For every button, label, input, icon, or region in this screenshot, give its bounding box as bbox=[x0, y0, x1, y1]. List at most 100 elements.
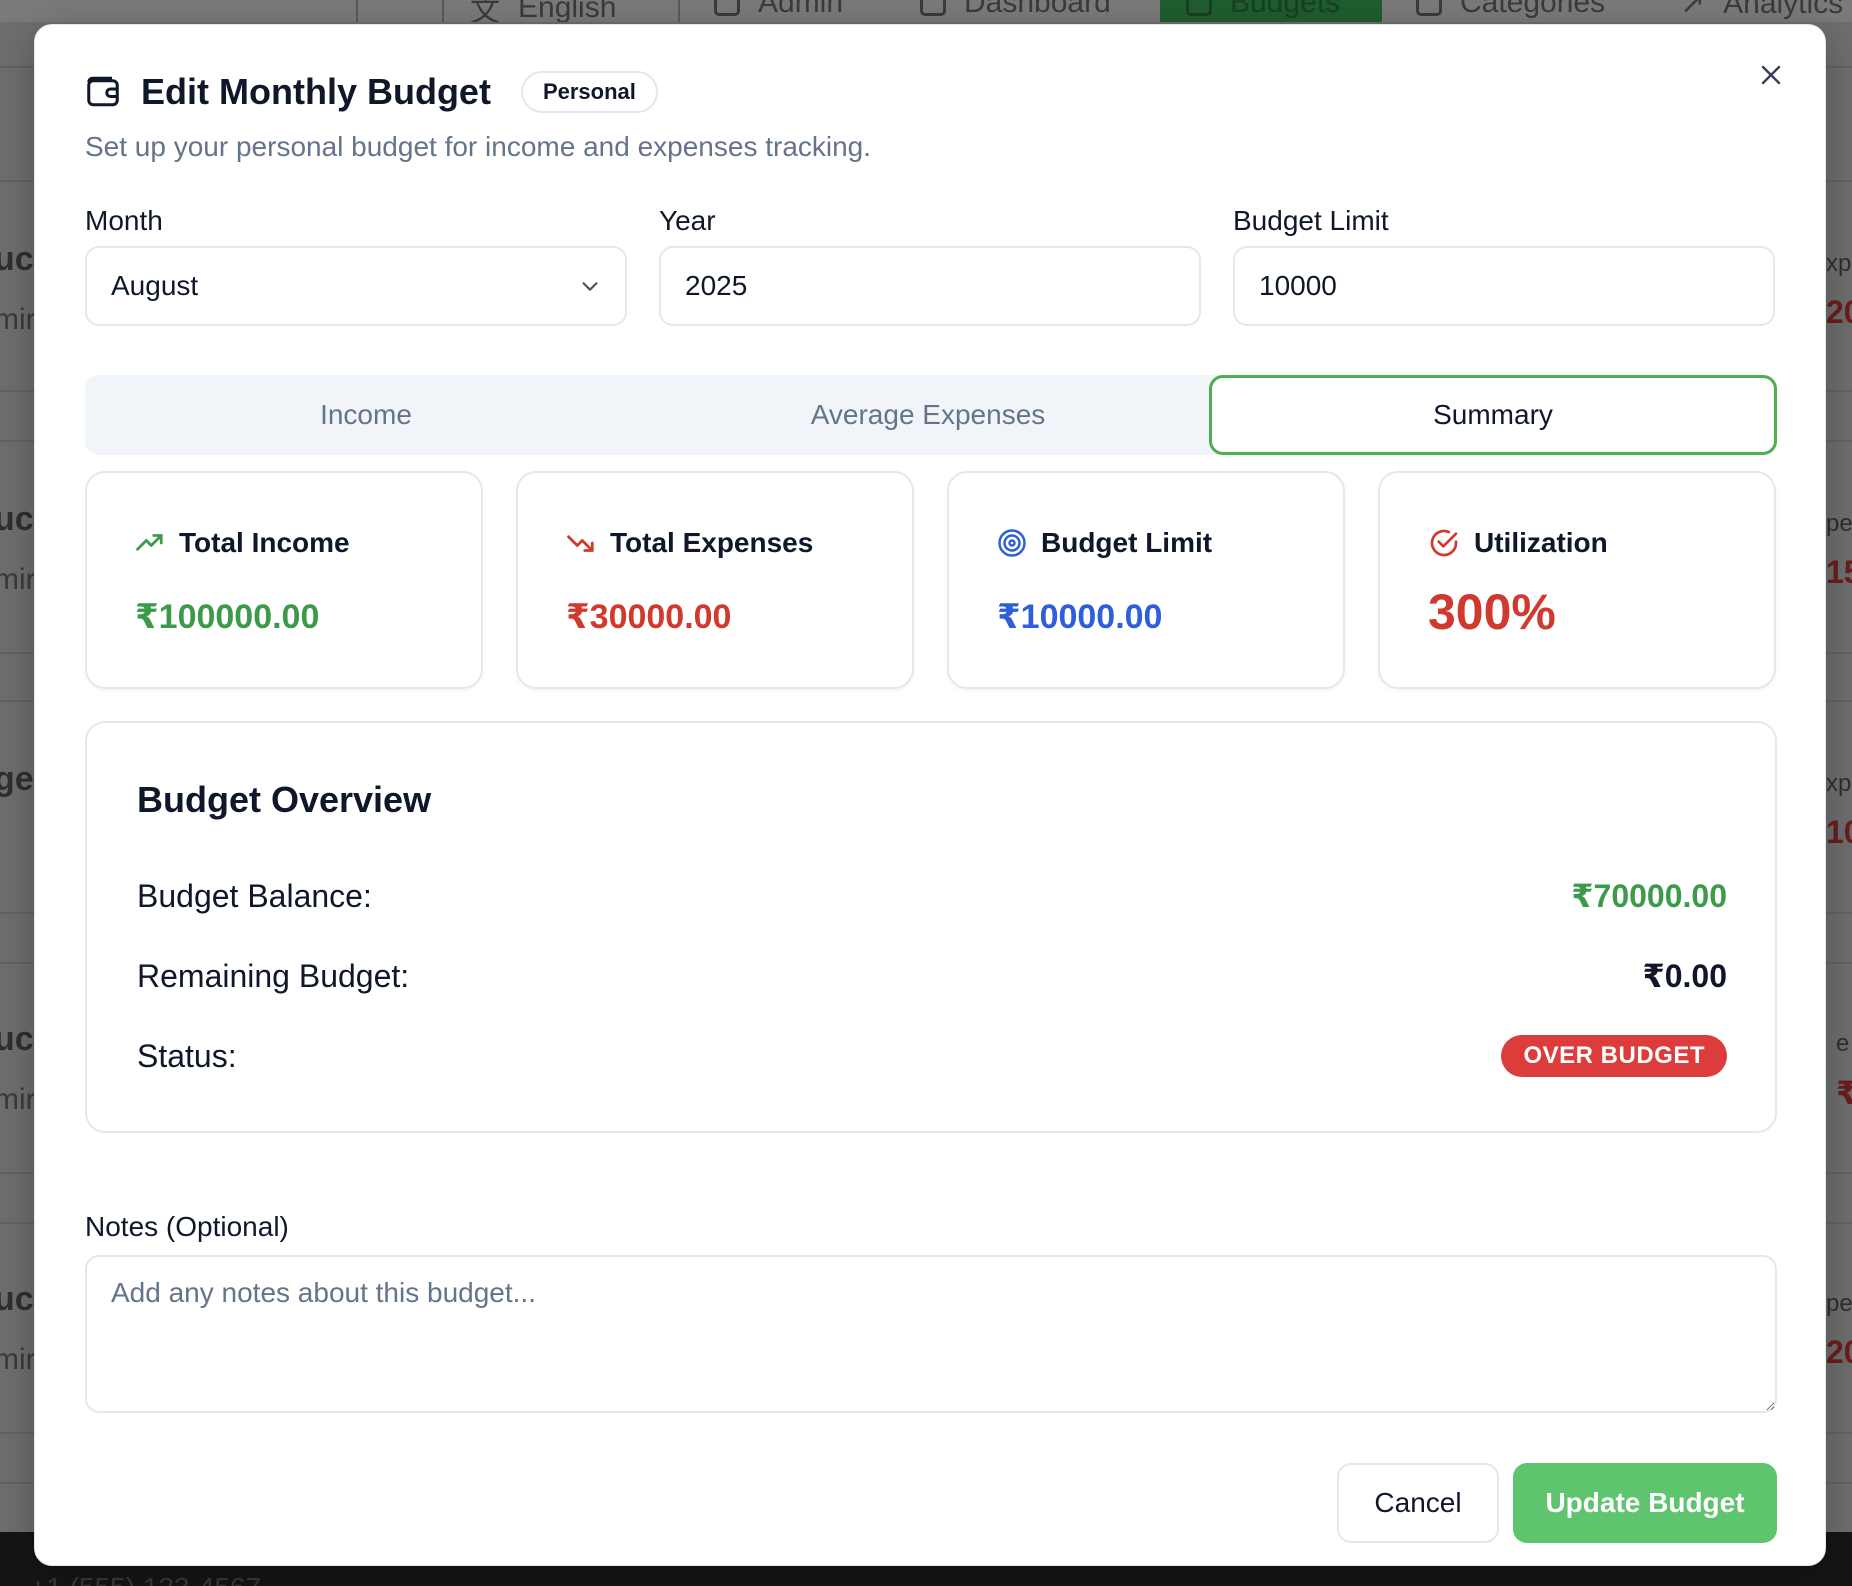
background-card-fragment: xpe 20 bbox=[1826, 250, 1852, 331]
fragment-text: mir bbox=[0, 563, 36, 596]
total-income-card: Total Income ₹100000.00 bbox=[85, 471, 483, 689]
budget-balance-value: ₹70000.00 bbox=[1571, 878, 1727, 914]
remaining-budget-row: Remaining Budget: ₹0.00 bbox=[137, 957, 1727, 995]
card-header: Total Income bbox=[135, 527, 350, 559]
background-card-fragment: uc mir bbox=[0, 500, 36, 597]
fragment-text: e bbox=[1836, 1030, 1850, 1057]
month-label: Month bbox=[85, 205, 163, 236]
edit-budget-dialog: Edit Monthly Budget Personal Set up your… bbox=[34, 24, 1826, 1566]
month-value: August bbox=[111, 270, 199, 301]
fragment-text: uc bbox=[0, 1020, 34, 1058]
trending-down-icon bbox=[567, 535, 594, 552]
remaining-budget-value: ₹0.00 bbox=[1642, 958, 1727, 994]
budget-limit-card: Budget Limit ₹10000.00 bbox=[947, 471, 1345, 689]
background-card-fragment: pe 20 bbox=[1826, 1290, 1852, 1371]
total-expenses-value: ₹30000.00 bbox=[566, 598, 732, 636]
budget-balance-label: Budget Balance: bbox=[137, 877, 372, 914]
nav-label-language: English bbox=[518, 0, 617, 22]
scope-badge: Personal bbox=[520, 71, 658, 113]
notes-textarea[interactable] bbox=[85, 1255, 1777, 1413]
month-select[interactable]: August bbox=[85, 246, 627, 326]
trend-icon: ↗ bbox=[1680, 0, 1706, 20]
fragment-text: xp bbox=[1826, 770, 1852, 797]
status-row: Status: OVER BUDGET bbox=[137, 1035, 1727, 1077]
fragment-value: 15 bbox=[1826, 554, 1852, 590]
nav-item-categories[interactable]: Categories bbox=[1416, 0, 1605, 20]
budget-limit-value: ₹10000.00 bbox=[997, 598, 1163, 636]
total-expenses-card: Total Expenses ₹30000.00 bbox=[516, 471, 914, 689]
nav-label-analytics: Analytics bbox=[1723, 0, 1844, 20]
update-budget-button[interactable]: Update Budget bbox=[1513, 1463, 1777, 1543]
total-income-value: ₹100000.00 bbox=[135, 598, 320, 636]
card-label: Total Expenses bbox=[610, 527, 814, 558]
close-icon bbox=[1761, 65, 1781, 85]
background-card-fragment: uc mir bbox=[0, 1280, 36, 1377]
notes-label: Notes (Optional) bbox=[85, 1211, 289, 1242]
fragment-text: pe bbox=[1826, 510, 1852, 537]
tab-average-expenses[interactable]: Average Expenses bbox=[647, 375, 1209, 455]
dialog-title: Edit Monthly Budget bbox=[141, 71, 491, 112]
background-card-fragment: uc mir bbox=[0, 240, 36, 337]
background-card-fragment: uc mir bbox=[0, 1020, 36, 1117]
tab-summary[interactable]: Summary bbox=[1209, 375, 1777, 455]
budget-tabs: Income Average Expenses Summary bbox=[85, 375, 1777, 455]
utilization-value: 300% bbox=[1428, 584, 1556, 640]
nav-item-analytics[interactable]: ↗ Analytics bbox=[1680, 0, 1843, 21]
background-nav: 文 English Admin Dashboard Budgets Catego… bbox=[0, 0, 1852, 22]
utilization-card: Utilization 300% bbox=[1378, 471, 1776, 689]
footer-phone: +1 (555) 123-4567 bbox=[30, 1572, 261, 1586]
fragment-value: 20 bbox=[1826, 294, 1852, 330]
fragment-value: 20 bbox=[1826, 1334, 1852, 1370]
background-card-fragment: e ₹ bbox=[1836, 1030, 1852, 1112]
nav-separator bbox=[678, 0, 680, 22]
nav-item-admin[interactable]: Admin bbox=[714, 0, 843, 20]
status-badge: OVER BUDGET bbox=[1501, 1035, 1727, 1077]
trending-up-icon bbox=[136, 534, 163, 551]
wallet-icon bbox=[87, 76, 119, 107]
chevron-down-icon bbox=[582, 282, 598, 291]
nav-separator bbox=[356, 0, 358, 22]
fragment-text: mir bbox=[0, 1083, 36, 1116]
card-label: Total Income bbox=[179, 527, 350, 558]
nav-item-budgets[interactable]: Budgets bbox=[1186, 0, 1340, 20]
shield-icon bbox=[714, 0, 740, 16]
tab-income[interactable]: Income bbox=[85, 375, 647, 455]
dialog-header: Edit Monthly Budget Personal bbox=[85, 71, 658, 113]
card-header: Utilization bbox=[1428, 527, 1608, 559]
fragment-value: ₹ bbox=[1836, 1075, 1852, 1111]
card-header: Total Expenses bbox=[566, 527, 813, 559]
dialog-subtitle: Set up your personal budget for income a… bbox=[85, 131, 872, 162]
close-button[interactable] bbox=[1751, 55, 1791, 95]
nav-item-dashboard[interactable]: Dashboard bbox=[920, 0, 1111, 20]
background-card-fragment: xp 10 bbox=[1826, 770, 1852, 851]
nav-label-categories: Categories bbox=[1460, 0, 1606, 19]
nav-label-admin: Admin bbox=[758, 0, 844, 19]
nav-label-budgets: Budgets bbox=[1230, 0, 1341, 19]
tag-icon bbox=[1416, 0, 1442, 16]
nav-separator bbox=[442, 0, 444, 22]
wallet-icon bbox=[1186, 0, 1212, 16]
card-header: Budget Limit bbox=[997, 527, 1212, 559]
year-label: Year bbox=[659, 205, 716, 236]
nav-item-language[interactable]: 文 English bbox=[470, 0, 616, 22]
cancel-button[interactable]: Cancel bbox=[1337, 1463, 1499, 1543]
fragment-text: uc bbox=[0, 1280, 34, 1318]
fragment-text: pe bbox=[1826, 1290, 1852, 1317]
card-label: Budget Limit bbox=[1041, 527, 1213, 558]
budget-limit-input[interactable] bbox=[1233, 246, 1775, 326]
fragment-text: ge bbox=[0, 760, 34, 798]
fragment-text: mir bbox=[0, 303, 36, 336]
year-input[interactable] bbox=[659, 246, 1201, 326]
remaining-budget-label: Remaining Budget: bbox=[137, 957, 410, 994]
dashboard-icon bbox=[920, 0, 946, 16]
fragment-text: xpe bbox=[1826, 250, 1852, 277]
budget-overview-panel: Budget Overview Budget Balance: ₹70000.0… bbox=[85, 721, 1777, 1133]
target-icon bbox=[998, 529, 1026, 557]
fragment-text: mir bbox=[0, 1343, 36, 1376]
nav-label-dashboard: Dashboard bbox=[964, 0, 1111, 19]
translate-icon: 文 bbox=[470, 0, 500, 22]
fragment-text: uc bbox=[0, 240, 34, 278]
budget-balance-row: Budget Balance: ₹70000.00 bbox=[137, 877, 1727, 915]
fragment-text: uc bbox=[0, 500, 34, 538]
background-card-fragment: pe 15 bbox=[1826, 510, 1852, 591]
